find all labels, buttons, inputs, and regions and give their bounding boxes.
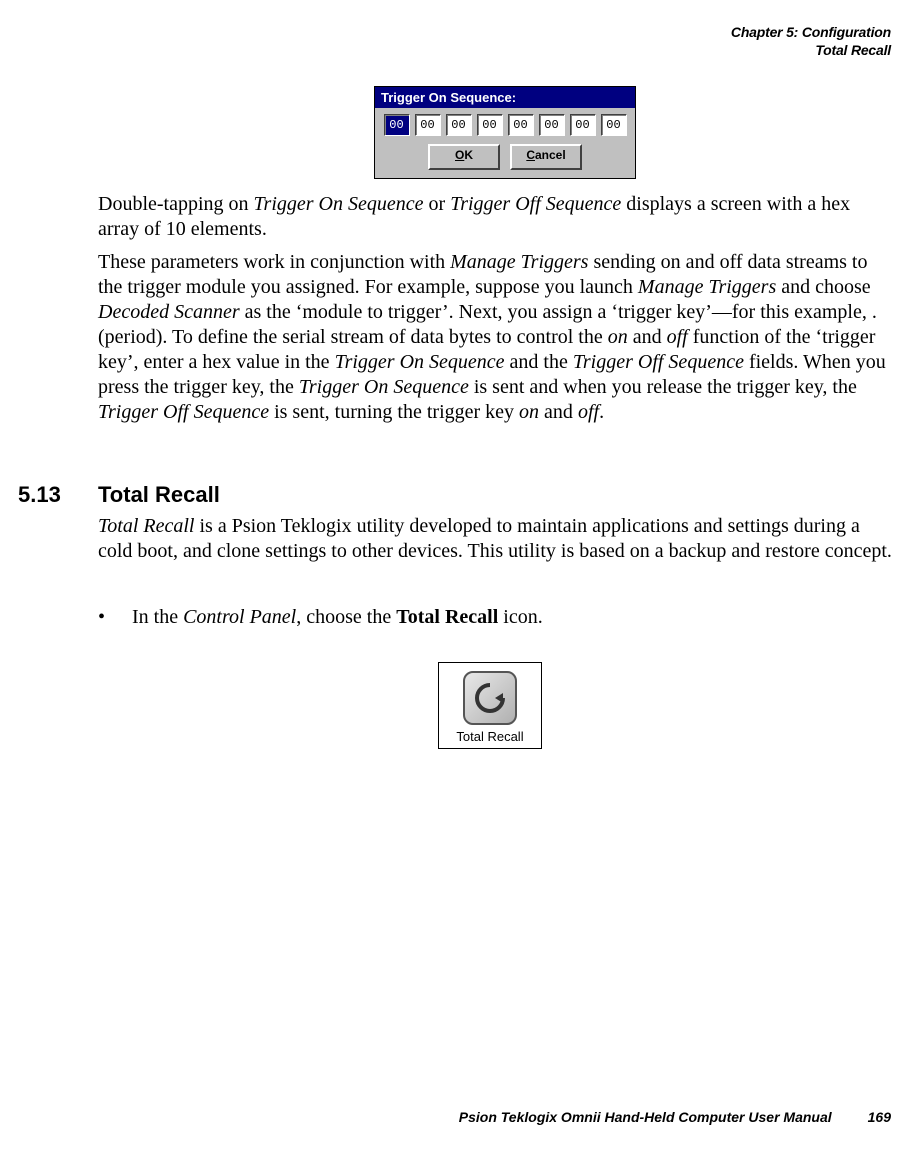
bullet-dot: • bbox=[98, 606, 132, 629]
dialog-title: Trigger On Sequence: bbox=[375, 87, 635, 108]
icon-label: Total Recall bbox=[443, 729, 537, 744]
footer-text: Psion Teklogix Omnii Hand-Held Computer … bbox=[459, 1109, 832, 1125]
ok-button[interactable]: OK bbox=[428, 144, 500, 170]
hex-cell[interactable]: 00 bbox=[508, 114, 534, 136]
hex-cell[interactable]: 00 bbox=[570, 114, 596, 136]
section-heading: 5.13Total Recall bbox=[18, 482, 220, 508]
header-chapter: Chapter 5: Configuration bbox=[731, 24, 891, 42]
refresh-icon bbox=[463, 671, 517, 725]
section-number: 5.13 bbox=[18, 482, 98, 508]
page-number: 169 bbox=[868, 1109, 891, 1125]
section-title: Total Recall bbox=[98, 482, 220, 507]
hex-array: 00 00 00 00 00 00 00 00 bbox=[381, 114, 629, 136]
trigger-sequence-dialog: Trigger On Sequence: 00 00 00 00 00 00 0… bbox=[374, 86, 636, 179]
hex-cell[interactable]: 00 bbox=[539, 114, 565, 136]
hex-cell[interactable]: 00 bbox=[415, 114, 441, 136]
paragraph: Total Recall is a Psion Teklogix utility… bbox=[98, 514, 892, 572]
cancel-button[interactable]: Cancel bbox=[510, 144, 582, 170]
hex-cell[interactable]: 00 bbox=[384, 114, 410, 136]
paragraph: These parameters work in conjunction wit… bbox=[98, 250, 892, 433]
hex-cell[interactable]: 00 bbox=[446, 114, 472, 136]
dialog-body: 00 00 00 00 00 00 00 00 OK Cancel bbox=[375, 108, 635, 178]
paragraph: Double-tapping on Trigger On Sequence or… bbox=[98, 192, 892, 250]
hex-cell[interactable]: 00 bbox=[601, 114, 627, 136]
total-recall-icon[interactable]: Total Recall bbox=[438, 662, 542, 749]
page-footer: Psion Teklogix Omnii Hand-Held Computer … bbox=[459, 1109, 891, 1125]
bullet-item: • In the Control Panel, choose the Total… bbox=[98, 600, 892, 629]
page-header: Chapter 5: Configuration Total Recall bbox=[731, 24, 891, 59]
header-section: Total Recall bbox=[731, 42, 891, 60]
hex-cell[interactable]: 00 bbox=[477, 114, 503, 136]
